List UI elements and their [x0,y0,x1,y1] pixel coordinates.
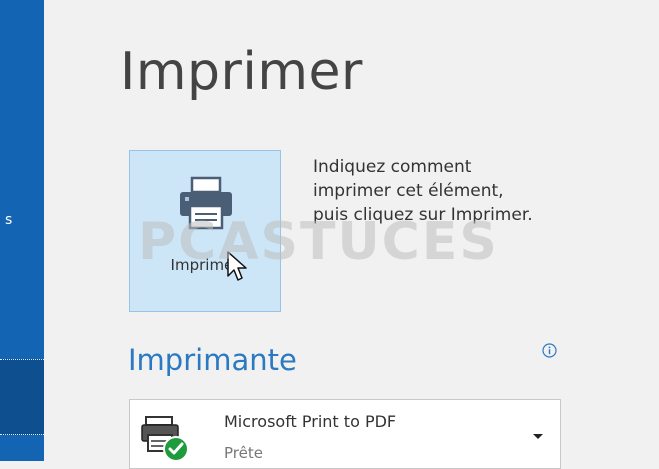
print-instructions: Indiquez comment imprimer cet élément, p… [313,155,613,227]
instructions-line: imprimer cet élément, [313,181,504,201]
printer-name: Microsoft Print to PDF [224,412,397,431]
print-button-label: Imprimer [170,256,240,274]
check-icon [163,436,189,462]
nav-item-label-partial[interactable]: s [5,212,12,228]
nav-item-selected[interactable] [0,359,44,435]
backstage-nav: s [0,0,44,461]
info-icon[interactable] [542,343,557,358]
printer-section-title: Imprimante [128,343,297,377]
instructions-line: Indiquez comment [313,157,472,177]
mouse-pointer-icon [227,251,247,281]
pdf-printer-icon [141,416,189,462]
printer-status: Prête [224,444,263,462]
print-button[interactable]: Imprimer [129,150,281,312]
page-title: Imprimer [120,42,363,102]
instructions-line: puis cliquez sur Imprimer. [313,205,533,225]
printer-dropdown[interactable]: Microsoft Print to PDF Prête [129,399,561,469]
printer-icon [180,176,232,230]
chevron-down-icon[interactable] [532,433,544,441]
